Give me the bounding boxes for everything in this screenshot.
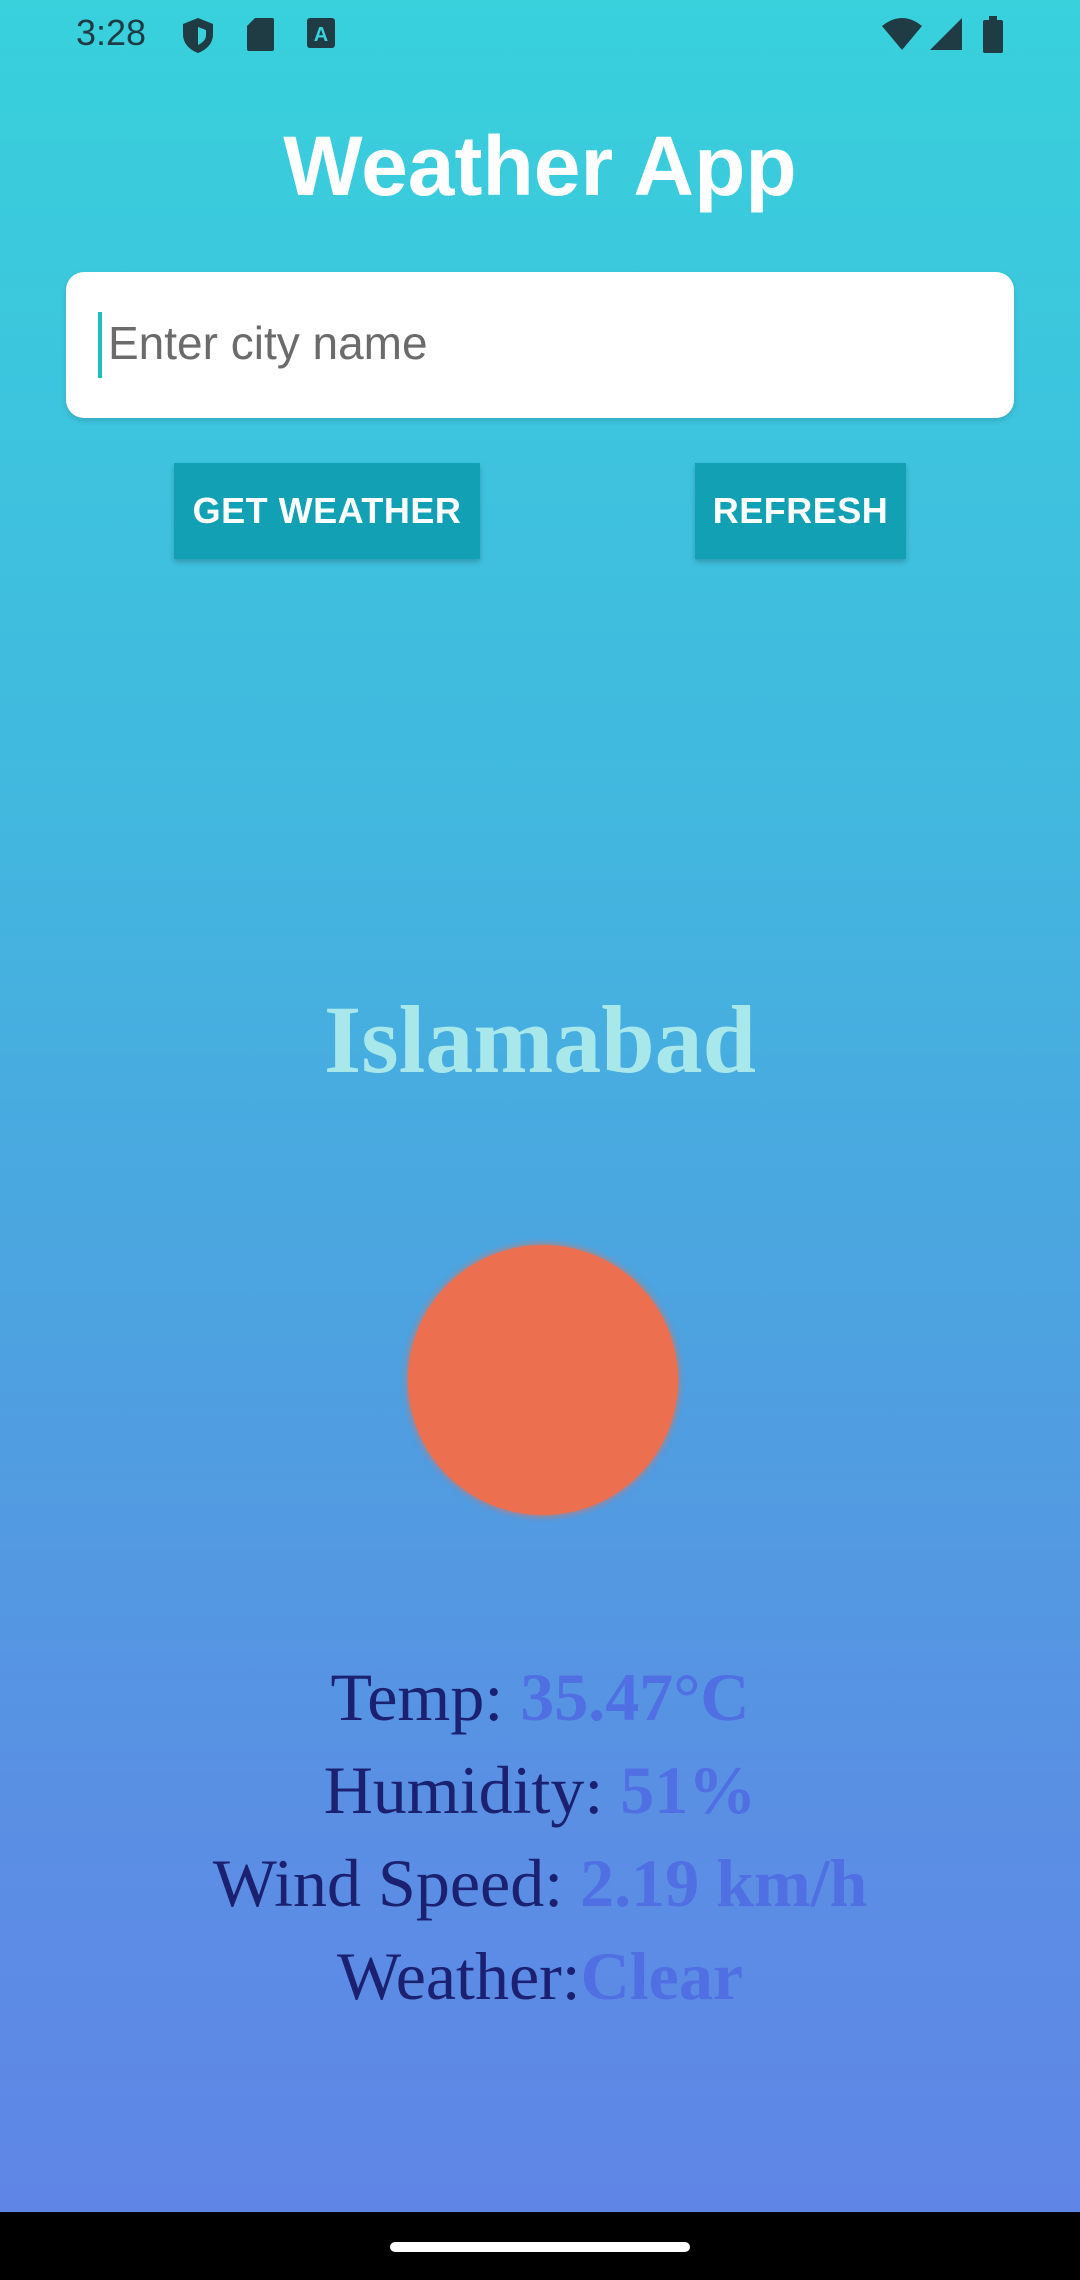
humidity-value: 51% bbox=[620, 1752, 757, 1828]
weather-condition-value: Clear bbox=[580, 1938, 744, 2014]
weather-condition-row: Weather:Clear bbox=[0, 1937, 1080, 2016]
page-title: Weather App bbox=[283, 119, 797, 213]
wind-speed-row: Wind Speed: 2.19 km/h bbox=[0, 1844, 1080, 1923]
city-input-placeholder: Enter city name bbox=[108, 317, 428, 369]
weather-condition-label: Weather: bbox=[336, 1938, 581, 2014]
temperature-row: Temp: 35.47°C bbox=[0, 1658, 1080, 1737]
humidity-label: Humidity: bbox=[323, 1752, 621, 1828]
get-weather-button[interactable]: GET WEATHER bbox=[174, 463, 480, 559]
cell-signal-icon bbox=[928, 16, 964, 57]
text-cursor bbox=[98, 312, 102, 378]
sd-card-icon bbox=[245, 16, 275, 57]
wind-speed-value: 2.19 km/h bbox=[580, 1845, 868, 1921]
status-time: 3:28 bbox=[76, 12, 147, 53]
city-search-input[interactable]: Enter city name bbox=[66, 272, 1014, 418]
battery-icon bbox=[982, 16, 1004, 59]
svg-text:A: A bbox=[314, 24, 328, 46]
humidity-row: Humidity: 51% bbox=[0, 1751, 1080, 1830]
city-name: Islamabad bbox=[323, 986, 757, 1093]
shield-icon bbox=[180, 16, 216, 59]
wind-speed-label: Wind Speed: bbox=[212, 1845, 581, 1921]
app-screen: 3:28 A Weather App Enter city name GET W… bbox=[0, 0, 1080, 2212]
refresh-button[interactable]: REFRESH bbox=[695, 463, 906, 559]
sun-icon bbox=[408, 1245, 678, 1515]
wifi-icon bbox=[880, 16, 924, 57]
temperature-label: Temp: bbox=[330, 1659, 521, 1735]
navigation-bar bbox=[0, 2212, 1080, 2280]
status-bar: 3:28 A bbox=[0, 0, 1080, 70]
a-icon: A bbox=[305, 16, 337, 55]
home-gesture-handle[interactable] bbox=[390, 2242, 690, 2252]
temperature-value: 35.47°C bbox=[520, 1659, 750, 1735]
